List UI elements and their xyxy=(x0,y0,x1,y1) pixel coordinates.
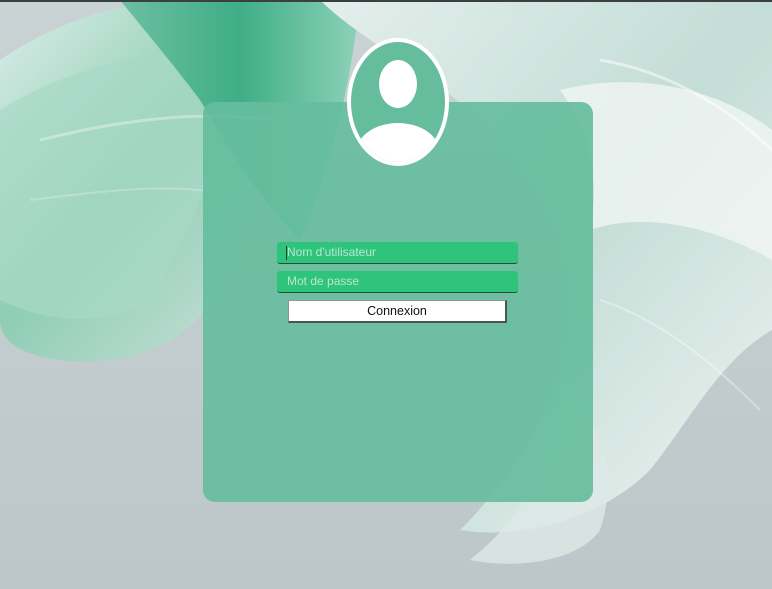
login-button-label: Connexion xyxy=(367,304,427,318)
login-window: Nom d'utilisateur Mot de passe Connexion xyxy=(0,0,772,589)
login-button[interactable]: Connexion xyxy=(288,300,507,323)
text-caret xyxy=(286,246,287,260)
username-input[interactable]: Nom d'utilisateur xyxy=(277,242,518,264)
window-top-edge xyxy=(0,0,772,2)
password-placeholder: Mot de passe xyxy=(287,274,360,288)
user-avatar-icon xyxy=(347,38,449,166)
password-input[interactable]: Mot de passe xyxy=(277,271,518,293)
username-placeholder: Nom d'utilisateur xyxy=(287,245,376,259)
